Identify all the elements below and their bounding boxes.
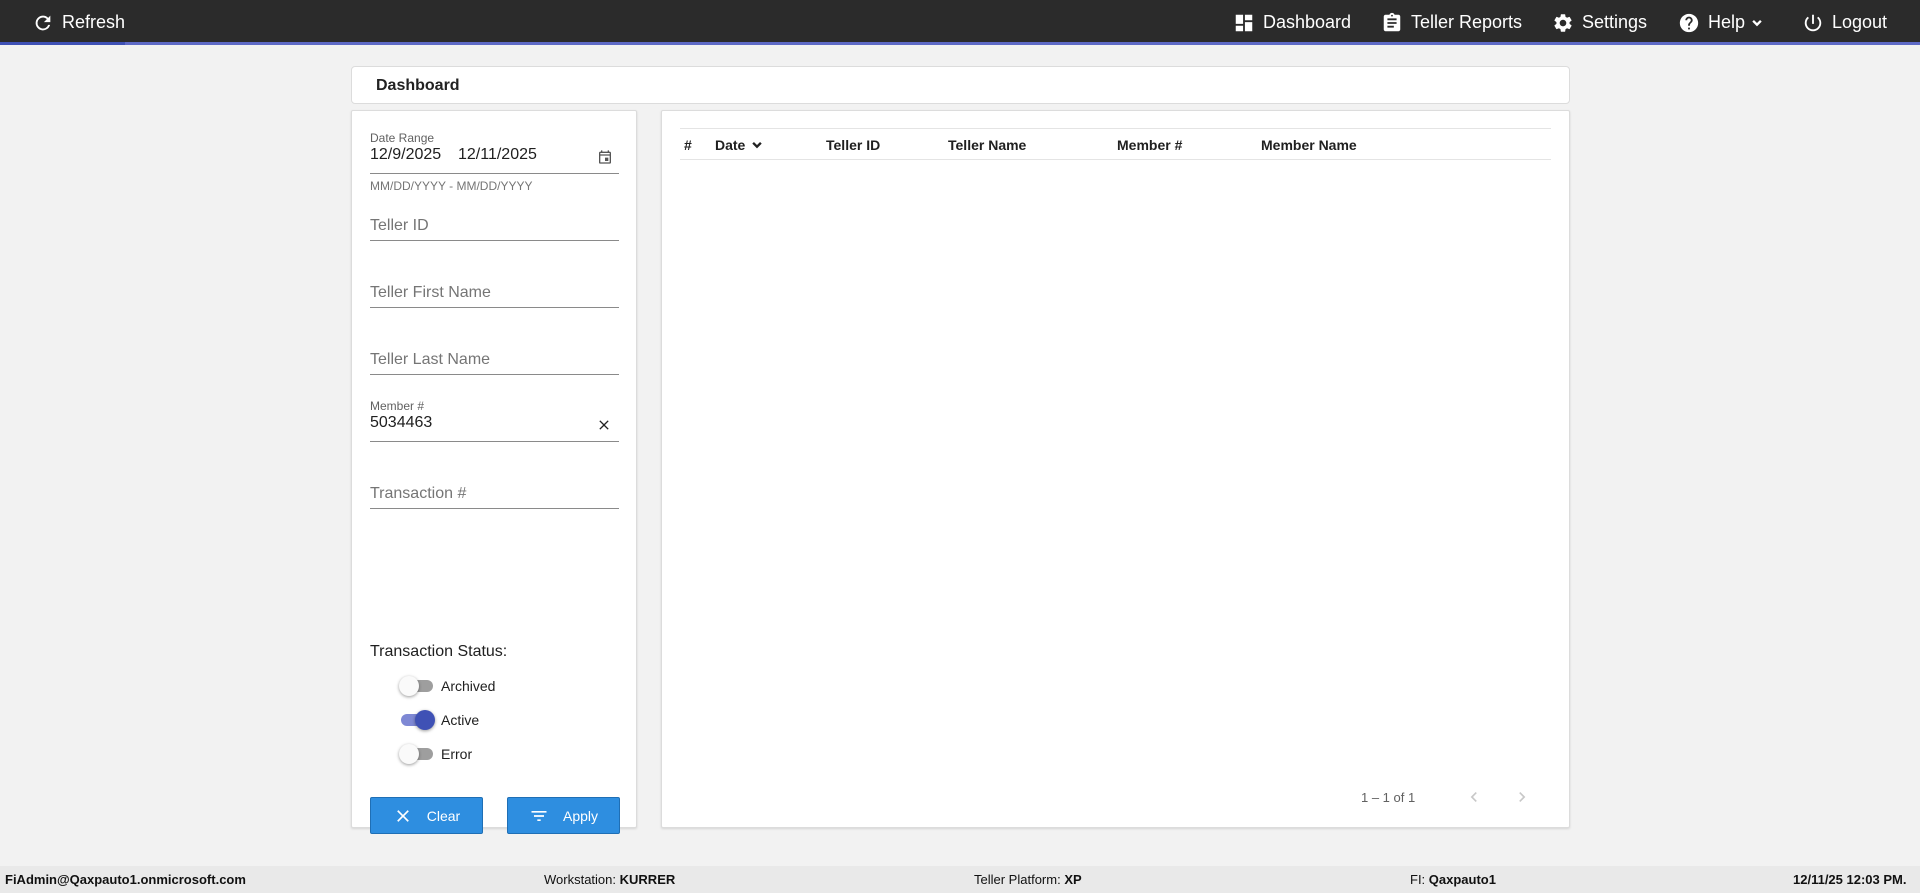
column-header-number[interactable]: # — [684, 137, 692, 153]
close-icon — [396, 809, 409, 822]
top-navigation-bar: Refresh Dashboard Teller Reports Setting… — [0, 0, 1920, 45]
column-header-teller-id-label: Teller ID — [826, 137, 881, 153]
page-header-card: Dashboard — [351, 66, 1570, 104]
date-range-start-input[interactable]: 12/9/2025 — [370, 146, 441, 164]
table-header-row: # Date Teller ID Teller Name Member # Me… — [680, 128, 1551, 160]
clear-button-label: Clear — [426, 807, 461, 824]
teller-last-name-input[interactable]: Teller Last Name — [370, 347, 619, 375]
refresh-label: Refresh — [62, 12, 126, 32]
teller-id-input[interactable]: Teller ID — [370, 213, 619, 241]
refresh-icon — [35, 15, 51, 30]
nav-help-label: Help — [1708, 12, 1746, 32]
active-switch[interactable] — [399, 710, 435, 730]
teller-id-placeholder: Teller ID — [370, 217, 429, 234]
error-switch[interactable] — [399, 744, 435, 764]
member-number-label: Member # — [370, 399, 425, 413]
nav-dashboard-label: Dashboard — [1263, 12, 1352, 32]
nav-help[interactable]: Help — [1678, 0, 1765, 45]
gear-icon — [1554, 13, 1572, 32]
nav-teller-reports-label: Teller Reports — [1411, 12, 1523, 32]
column-header-member-number[interactable]: Member # — [1117, 137, 1182, 153]
chevron-right-icon — [1519, 792, 1526, 802]
column-header-member-name-label: Member Name — [1261, 137, 1357, 153]
date-range-end-input[interactable]: 12/11/2025 — [458, 146, 537, 164]
column-header-date-label: Date — [715, 137, 746, 153]
member-number-input[interactable]: 5034463 — [370, 414, 432, 432]
column-header-member-number-label: Member # — [1117, 137, 1183, 153]
chevron-down-icon — [1752, 19, 1762, 26]
transaction-number-input[interactable]: Transaction # — [370, 481, 619, 509]
calendar-icon[interactable] — [597, 149, 613, 165]
dashboard-icon — [1235, 14, 1253, 31]
transaction-number-placeholder: Transaction # — [370, 485, 467, 502]
next-page-button[interactable] — [1508, 783, 1536, 811]
date-range-field[interactable]: Date Range 12/9/2025 12/11/2025 — [370, 131, 619, 174]
nav-logout-label: Logout — [1832, 12, 1888, 32]
transaction-status-title: Transaction Status: — [370, 643, 508, 660]
footer-user: FiAdmin@Qaxpauto1.onmicrosoft.com — [5, 872, 246, 887]
column-header-teller-name[interactable]: Teller Name — [948, 137, 1026, 153]
archived-switch[interactable] — [399, 676, 435, 696]
chevron-left-icon — [1470, 792, 1477, 802]
apply-button[interactable]: Apply — [507, 797, 620, 834]
nav-teller-reports[interactable]: Teller Reports — [1381, 0, 1522, 45]
filter-panel: Date Range 12/9/2025 12/11/2025 MM/DD/YY… — [351, 110, 637, 834]
refresh-button[interactable]: Refresh — [32, 0, 125, 45]
footer-teller-platform: Teller Platform: XP — [974, 872, 1082, 887]
nav-dashboard[interactable]: Dashboard — [1233, 0, 1351, 45]
filter-icon — [531, 810, 547, 821]
teller-last-name-placeholder: Teller Last Name — [370, 351, 491, 368]
archived-label: Archived — [441, 678, 496, 694]
active-label: Active — [441, 712, 480, 728]
column-header-date[interactable]: Date — [715, 137, 765, 153]
help-icon — [1679, 13, 1699, 32]
loading-progress-bar — [0, 42, 1920, 45]
teller-first-name-placeholder: Teller First Name — [370, 284, 491, 301]
nav-logout[interactable]: Logout — [1802, 0, 1887, 45]
footer-fi: FI: Qaxpauto1 — [1410, 872, 1496, 887]
date-range-label: Date Range — [370, 131, 435, 145]
column-header-member-name[interactable]: Member Name — [1261, 137, 1357, 153]
nav-settings-label: Settings — [1582, 12, 1648, 32]
column-header-number-label: # — [684, 137, 692, 153]
toggle-active[interactable]: Active — [399, 710, 479, 730]
column-header-teller-name-label: Teller Name — [948, 137, 1027, 153]
close-icon[interactable] — [596, 417, 612, 433]
clear-button[interactable]: Clear — [370, 797, 483, 834]
loading-progress-fill — [0, 42, 125, 45]
member-number-field[interactable]: Member # 5034463 — [370, 399, 619, 442]
footer-workstation: Workstation: KURRER — [544, 872, 676, 887]
nav-settings[interactable]: Settings — [1552, 0, 1647, 45]
power-icon — [1804, 14, 1822, 31]
teller-first-name-input[interactable]: Teller First Name — [370, 280, 619, 308]
column-header-teller-id[interactable]: Teller ID — [826, 137, 880, 153]
pagination-range: 1 – 1 of 1 — [1361, 790, 1416, 805]
apply-button-label: Apply — [562, 807, 599, 824]
results-panel: # Date Teller ID Teller Name Member # Me… — [661, 110, 1570, 828]
footer-timestamp: 12/11/25 12:03 PM. — [1793, 872, 1907, 887]
toggle-error[interactable]: Error — [399, 744, 472, 764]
status-footer: FiAdmin@Qaxpauto1.onmicrosoft.com Workst… — [0, 866, 1920, 893]
date-range-hint: MM/DD/YYYY - MM/DD/YYYY — [370, 179, 533, 193]
toggle-archived[interactable]: Archived — [399, 676, 495, 696]
error-label: Error — [441, 746, 473, 762]
clipboard-icon — [1383, 12, 1401, 31]
previous-page-button[interactable] — [1460, 783, 1488, 811]
page-title: Dashboard — [376, 77, 460, 94]
sort-descending-icon — [752, 142, 763, 149]
